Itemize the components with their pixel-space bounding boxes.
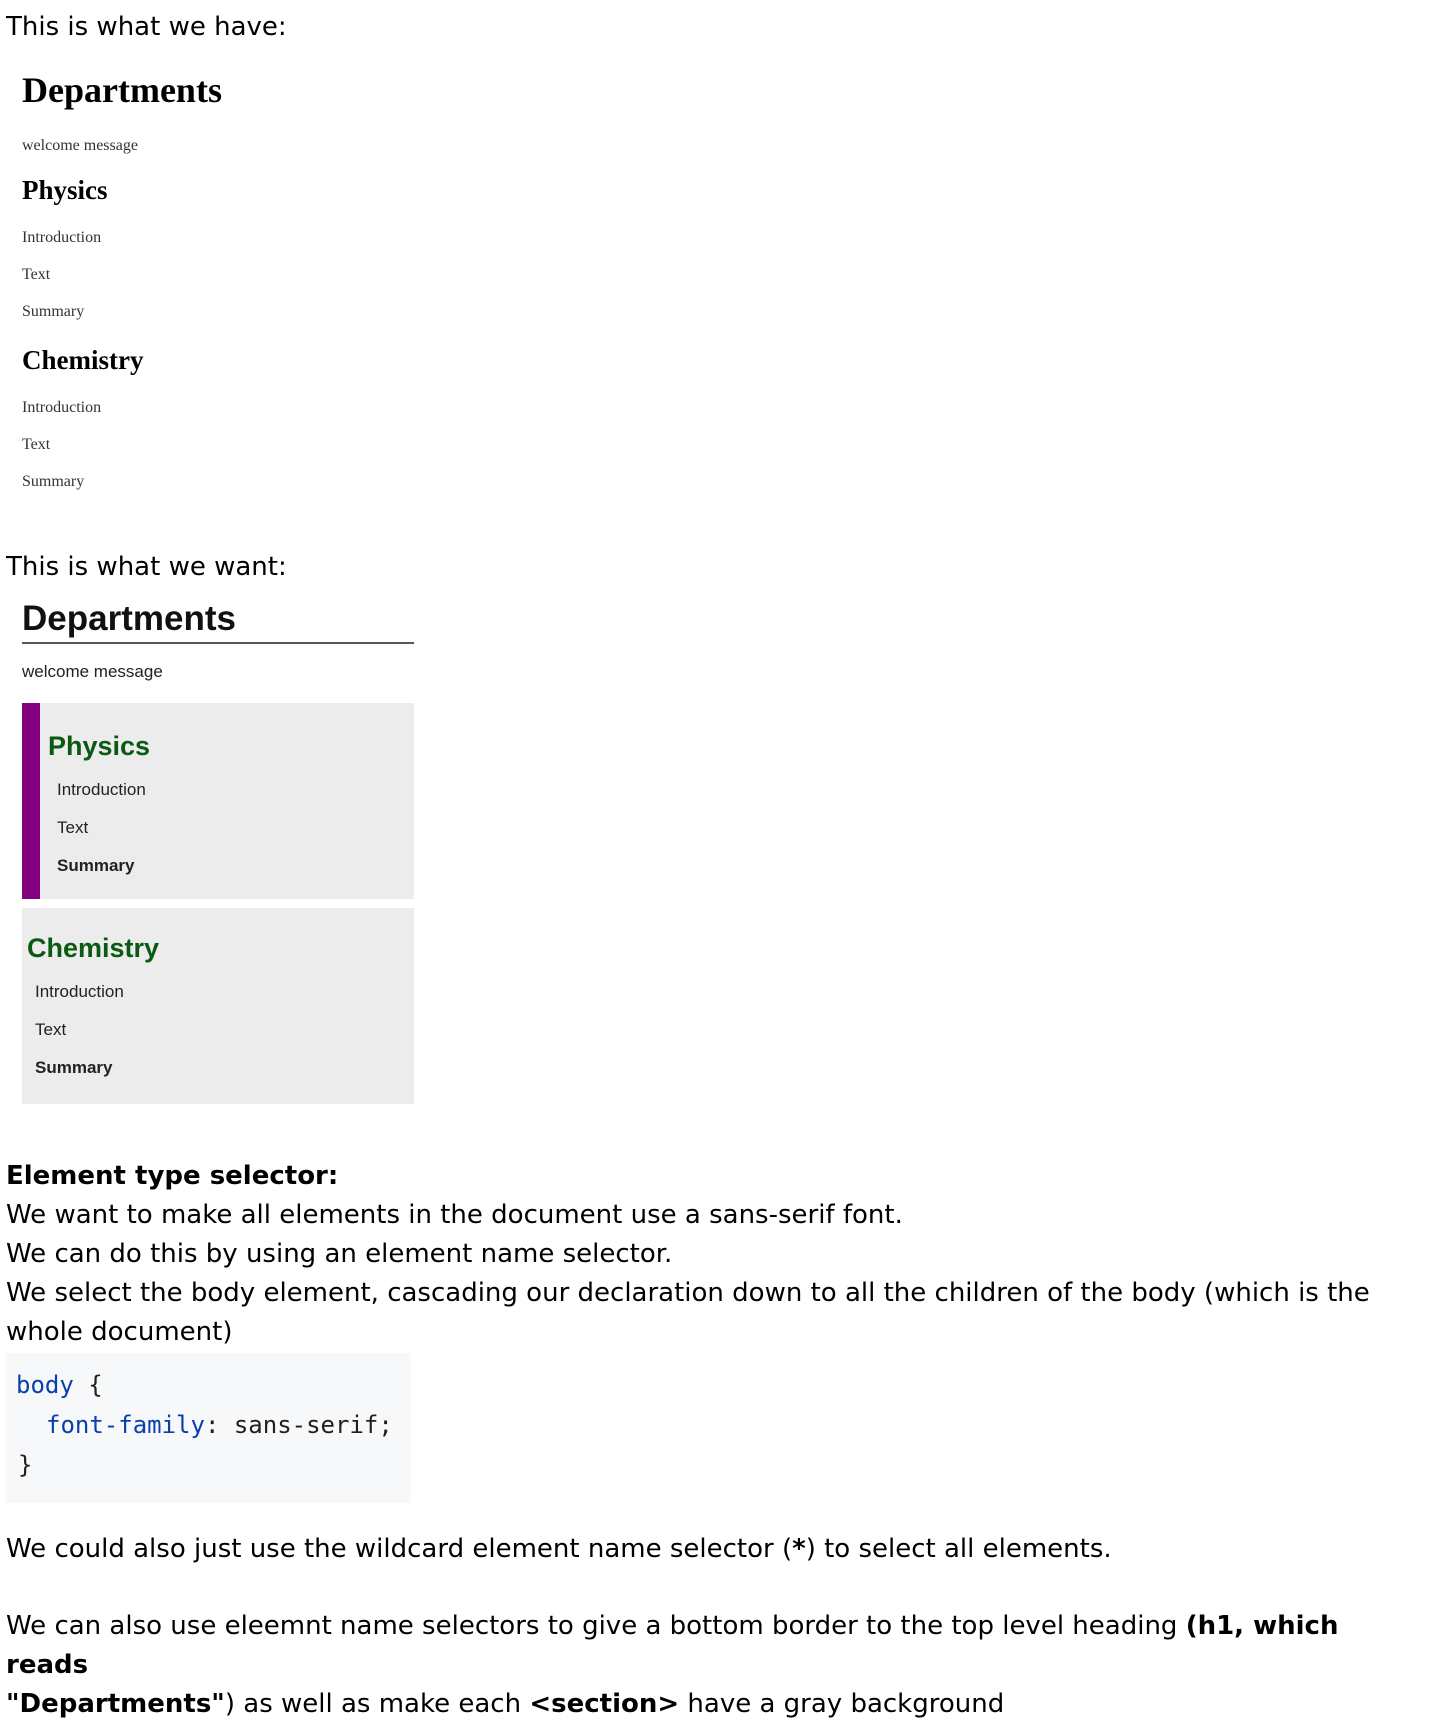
wildcard-text-after: ) to select all elements. — [805, 1534, 1112, 1564]
wildcard-text-before: We could also just use the wildcard elem… — [6, 1534, 793, 1564]
have-welcome: welcome message — [22, 137, 138, 154]
physics-section: Physics Introduction Text Summary — [22, 703, 414, 899]
code-block: body { font-family: sans-serif; } — [6, 1353, 411, 1503]
want-heading: Departments — [22, 598, 414, 644]
paragraph-line: whole document) — [6, 1317, 233, 1347]
chemistry-text: Text — [35, 1020, 67, 1039]
code-selector: body — [16, 1371, 74, 1399]
have-demo: Departments welcome message Physics Intr… — [22, 68, 222, 490]
paragraph-line: We select the body element, cascading ou… — [6, 1278, 1370, 1308]
code-property: font-family — [46, 1411, 205, 1439]
chemistry-intro: Introduction — [35, 982, 124, 1001]
selector-heading: Element type selector: — [6, 1161, 339, 1191]
have-physics-summary: Summary — [22, 303, 85, 320]
code-open-brace: { — [73, 1371, 103, 1399]
final-text-3: have a gray background — [679, 1689, 1005, 1719]
wildcard-paragraph: We could also just use the wildcard elem… — [6, 1530, 1112, 1569]
have-physics-text: Text — [22, 266, 51, 283]
chemistry-summary: Summary — [35, 1058, 113, 1077]
chemistry-title: Chemistry — [27, 933, 160, 963]
code-close-brace: } — [18, 1451, 33, 1479]
code-value: : sans-serif; — [204, 1411, 393, 1439]
have-chemistry-text: Text — [22, 436, 51, 453]
have-physics-intro: Introduction — [22, 229, 102, 246]
intro-want-text: This is what we want: — [6, 552, 287, 582]
physics-text: Text — [57, 818, 89, 837]
final-bold-section: <section> — [529, 1689, 680, 1719]
wildcard-symbol: * — [792, 1534, 806, 1564]
code-line-1: body { — [16, 1365, 103, 1405]
final-paragraph: We can also use eleemnt name selectors t… — [6, 1607, 1426, 1724]
intro-have-text: This is what we have: — [6, 12, 287, 42]
physics-intro: Introduction — [57, 780, 146, 799]
want-welcome: welcome message — [22, 662, 163, 681]
have-chemistry-intro: Introduction — [22, 399, 102, 416]
chemistry-section: Chemistry Introduction Text Summary — [22, 908, 414, 1104]
section-accent-bar — [22, 703, 40, 899]
have-chemistry-summary: Summary — [22, 473, 85, 490]
have-physics-title: Physics — [22, 175, 108, 205]
physics-title: Physics — [48, 731, 151, 761]
final-bold-2: "Departments" — [6, 1689, 225, 1719]
physics-summary: Summary — [57, 856, 135, 875]
code-line-2: font-family: sans-serif; — [46, 1405, 393, 1445]
paragraph-line: We can do this by using an element name … — [6, 1239, 673, 1269]
final-text-1: We can also use eleemnt name selectors t… — [6, 1611, 1186, 1641]
have-chemistry-title: Chemistry — [22, 345, 144, 375]
final-text-2: ) as well as make each — [224, 1689, 530, 1719]
have-heading: Departments — [22, 70, 222, 110]
paragraph-line: We want to make all elements in the docu… — [6, 1200, 903, 1230]
